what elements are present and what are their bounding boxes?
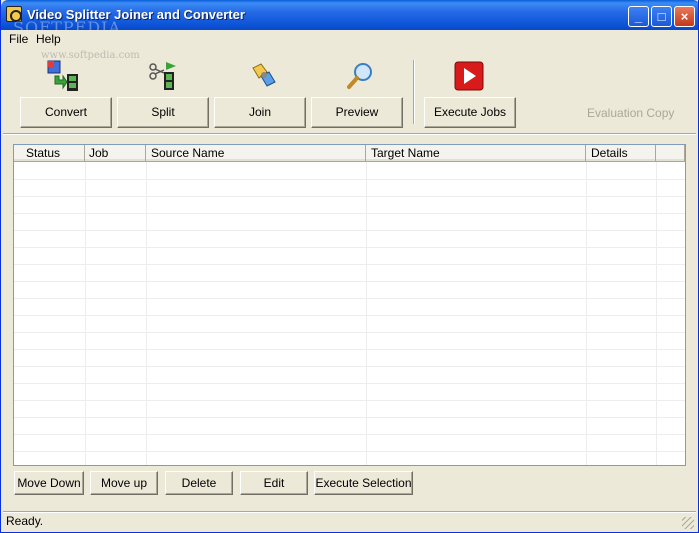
move-up-button[interactable]: Move up xyxy=(90,471,158,495)
grid-hline xyxy=(14,179,685,180)
grid-vline xyxy=(146,162,147,465)
grid-hline xyxy=(14,451,685,452)
grid-hline xyxy=(14,315,685,316)
column-status[interactable]: Status xyxy=(14,145,85,162)
grid-hline xyxy=(14,264,685,265)
app-icon[interactable] xyxy=(6,6,22,22)
execute-selection-button[interactable]: Execute Selection xyxy=(314,471,413,495)
split-button[interactable]: Split xyxy=(117,97,209,128)
column-filler xyxy=(656,145,685,162)
column-job[interactable]: Job xyxy=(85,145,146,162)
resize-grip[interactable] xyxy=(682,517,694,529)
minimize-button[interactable]: _ xyxy=(628,6,649,27)
menu-help[interactable]: Help xyxy=(36,32,61,46)
join-icon xyxy=(252,63,276,87)
status-text: Ready. xyxy=(6,514,44,528)
split-icon xyxy=(149,62,176,90)
move-down-button[interactable]: Move Down xyxy=(14,471,84,495)
column-details[interactable]: Details xyxy=(586,145,656,162)
grid-hline xyxy=(14,213,685,214)
app-window: Video Splitter Joiner and Converter _ □ … xyxy=(0,0,699,533)
toolbar-separator xyxy=(413,60,415,124)
convert-icon xyxy=(47,60,78,91)
title-bar[interactable]: Video Splitter Joiner and Converter _ □ … xyxy=(1,0,698,30)
menu-file[interactable]: File xyxy=(9,32,28,46)
grid-hline xyxy=(14,366,685,367)
grid-hline xyxy=(14,434,685,435)
grid-hline xyxy=(14,400,685,401)
edit-button[interactable]: Edit xyxy=(240,471,308,495)
list-header: Status Job Source Name Target Name Detai… xyxy=(14,145,685,162)
grid-hline xyxy=(14,417,685,418)
toolbar: Convert Split Join Preview Execute Jobs … xyxy=(3,48,696,134)
execute-jobs-button[interactable]: Execute Jobs xyxy=(424,97,516,128)
maximize-button[interactable]: □ xyxy=(651,6,672,27)
grid-vline xyxy=(586,162,587,465)
jobs-list[interactable]: Status Job Source Name Target Name Detai… xyxy=(13,144,686,466)
evaluation-label: Evaluation Copy xyxy=(587,106,675,120)
delete-button[interactable]: Delete xyxy=(165,471,233,495)
grid-vline xyxy=(656,162,657,465)
grid-hline xyxy=(14,383,685,384)
window-title: Video Splitter Joiner and Converter xyxy=(27,7,245,22)
grid-hline xyxy=(14,332,685,333)
play-icon xyxy=(454,61,484,91)
list-body[interactable] xyxy=(14,162,685,465)
grid-hline xyxy=(14,298,685,299)
grid-hline xyxy=(14,247,685,248)
magnifier-icon xyxy=(347,63,372,89)
join-button[interactable]: Join xyxy=(214,97,306,128)
status-bar: Ready. xyxy=(3,511,696,531)
grid-vline xyxy=(85,162,86,465)
close-button[interactable]: × xyxy=(674,6,695,27)
grid-hline xyxy=(14,281,685,282)
menu-bar: File Help xyxy=(1,30,698,48)
convert-button[interactable]: Convert xyxy=(20,97,112,128)
grid-vline xyxy=(366,162,367,465)
column-target-name[interactable]: Target Name xyxy=(366,145,586,162)
preview-button[interactable]: Preview xyxy=(311,97,403,128)
grid-hline xyxy=(14,349,685,350)
grid-hline xyxy=(14,230,685,231)
grid-hline xyxy=(14,196,685,197)
column-source-name[interactable]: Source Name xyxy=(146,145,366,162)
